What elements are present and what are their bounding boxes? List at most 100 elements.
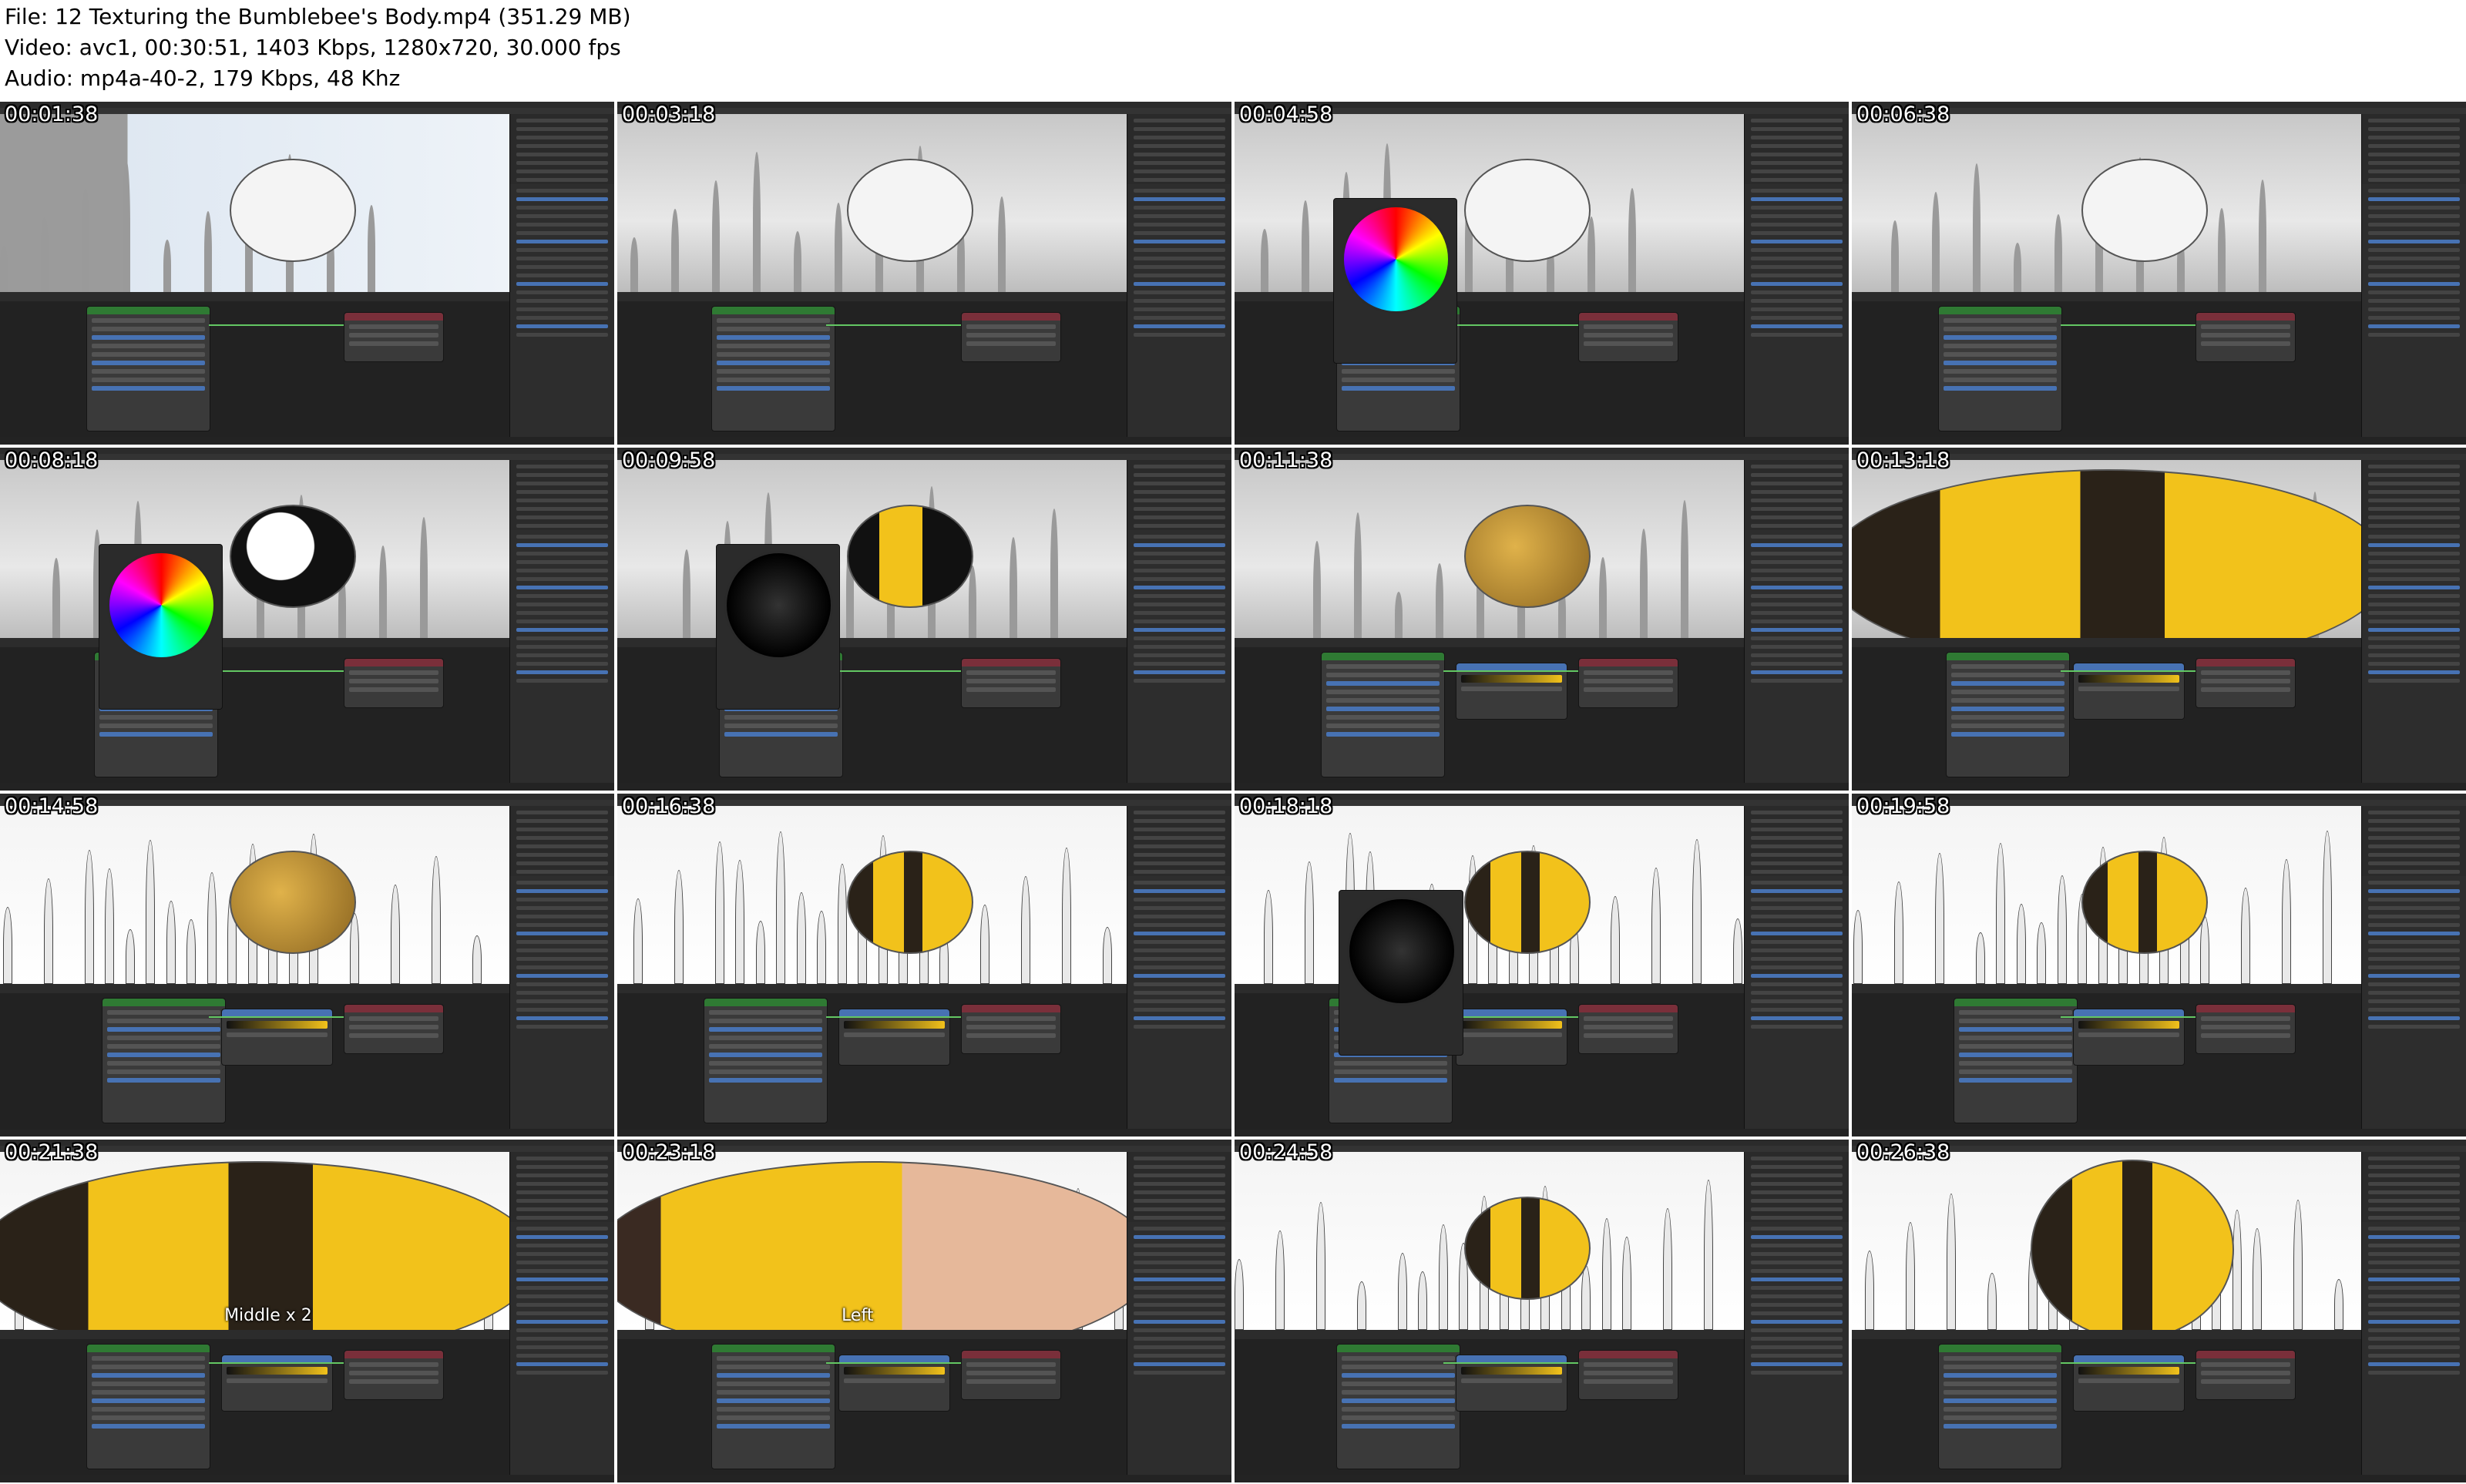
node-socket-row[interactable] (349, 1379, 438, 1385)
node-socket-row[interactable] (1325, 664, 1440, 670)
node-socket-row[interactable] (2201, 687, 2290, 693)
node-socket-row[interactable] (1958, 1036, 2072, 1041)
node-header[interactable] (344, 1005, 443, 1013)
node-socket-row[interactable] (349, 324, 438, 330)
property-field[interactable] (1133, 568, 1225, 572)
property-field[interactable] (2367, 290, 2460, 294)
color-picker-popup[interactable] (715, 543, 840, 710)
node-socket-row[interactable] (349, 1362, 438, 1368)
principled-bsdf-node[interactable] (86, 306, 210, 431)
property-field[interactable] (1133, 1251, 1225, 1256)
material-output-node[interactable] (344, 1004, 444, 1054)
property-field[interactable] (1750, 1268, 1843, 1273)
node-socket-row[interactable] (106, 1036, 220, 1041)
property-field[interactable] (2367, 585, 2460, 589)
video-thumbnail[interactable]: Left 00:23:18 (617, 1140, 1231, 1482)
property-field[interactable] (2367, 230, 2460, 235)
material-output-node[interactable] (2196, 658, 2296, 708)
outliner-row[interactable] (1133, 473, 1225, 477)
node-socket-row[interactable] (966, 670, 1056, 676)
property-field[interactable] (516, 196, 608, 201)
outliner-row[interactable] (1750, 136, 1843, 139)
property-field[interactable] (1133, 205, 1225, 210)
property-field[interactable] (516, 559, 608, 564)
node-socket-row[interactable] (106, 1027, 220, 1032)
property-field[interactable] (516, 905, 608, 910)
property-field[interactable] (1750, 196, 1843, 201)
principled-bsdf-node[interactable] (711, 306, 835, 431)
outliner-row[interactable] (516, 144, 608, 148)
node-socket-row[interactable] (1584, 1371, 1673, 1376)
node-socket-row[interactable] (708, 1061, 822, 1066)
node-socket-row[interactable] (1943, 1415, 2057, 1421)
node-socket-row[interactable] (1333, 1069, 1447, 1075)
node-socket-row[interactable] (966, 333, 1056, 338)
property-field[interactable] (1750, 636, 1843, 640)
node-socket-row[interactable] (1950, 698, 2065, 703)
principled-bsdf-node[interactable] (1320, 652, 1445, 777)
material-output-node[interactable] (961, 1004, 1061, 1054)
video-thumbnail[interactable]: 00:03:18 (617, 102, 1231, 445)
3d-viewport[interactable] (1852, 114, 2362, 293)
property-field[interactable] (2367, 213, 2460, 218)
node-socket-row[interactable] (1950, 732, 2065, 737)
properties-panel[interactable] (2360, 529, 2466, 783)
outliner-row[interactable] (516, 870, 608, 874)
node-socket-row[interactable] (966, 1025, 1056, 1030)
property-field[interactable] (2367, 636, 2460, 640)
property-field[interactable] (516, 332, 608, 337)
outliner-row[interactable] (516, 836, 608, 840)
property-field[interactable] (1750, 205, 1843, 210)
property-field[interactable] (516, 256, 608, 260)
outliner-row[interactable] (1133, 828, 1225, 831)
node-socket-row[interactable] (1325, 673, 1440, 678)
outliner-row[interactable] (1750, 490, 1843, 494)
node-socket-row[interactable] (106, 1069, 220, 1075)
property-field[interactable] (516, 222, 608, 227)
node-header[interactable] (711, 307, 835, 315)
properties-panel[interactable] (2360, 1221, 2466, 1475)
property-field[interactable] (2367, 999, 2460, 1003)
property-field[interactable] (1133, 678, 1225, 683)
node-socket-row[interactable] (91, 1356, 205, 1361)
property-field[interactable] (516, 897, 608, 901)
property-field[interactable] (1133, 990, 1225, 995)
property-field[interactable] (1133, 542, 1225, 547)
outliner-row[interactable] (516, 524, 608, 528)
properties-panel[interactable] (1126, 183, 1231, 437)
property-field[interactable] (516, 999, 608, 1003)
node-socket-row[interactable] (91, 335, 205, 341)
shader-node-editor[interactable] (1235, 1339, 1745, 1475)
outliner-row[interactable] (1133, 1165, 1225, 1169)
property-field[interactable] (1133, 619, 1225, 623)
node-header[interactable] (1321, 653, 1444, 661)
property-field[interactable] (2367, 256, 2460, 260)
node-socket-row[interactable] (716, 369, 830, 374)
shader-node-editor[interactable] (1235, 647, 1745, 783)
node-socket-row[interactable] (1584, 687, 1673, 693)
property-field[interactable] (1750, 1294, 1843, 1298)
node-editor-header[interactable] (0, 1330, 510, 1340)
property-field[interactable] (2367, 542, 2460, 547)
property-field[interactable] (2367, 559, 2460, 564)
node-socket-row[interactable] (1341, 1390, 1455, 1395)
node-editor-header[interactable] (0, 984, 510, 994)
outliner-row[interactable] (1750, 870, 1843, 874)
video-thumbnail[interactable]: 00:04:58 (1235, 102, 1849, 445)
properties-panel[interactable] (509, 875, 614, 1129)
property-field[interactable] (516, 1353, 608, 1358)
node-editor-header[interactable] (617, 638, 1127, 648)
property-field[interactable] (516, 1226, 608, 1231)
property-field[interactable] (2367, 1226, 2460, 1231)
outliner-row[interactable] (1750, 853, 1843, 857)
property-field[interactable] (1133, 585, 1225, 589)
principled-bsdf-node[interactable] (1937, 306, 2062, 431)
color-wheel[interactable] (106, 550, 216, 660)
video-thumbnail[interactable]: 00:16:38 (617, 794, 1231, 1137)
property-field[interactable] (1750, 999, 1843, 1003)
property-field[interactable] (1750, 188, 1843, 193)
property-field[interactable] (516, 281, 608, 286)
node-editor-header[interactable] (1235, 638, 1745, 648)
property-field[interactable] (1750, 1251, 1843, 1256)
node-socket-row[interactable] (106, 1044, 220, 1049)
